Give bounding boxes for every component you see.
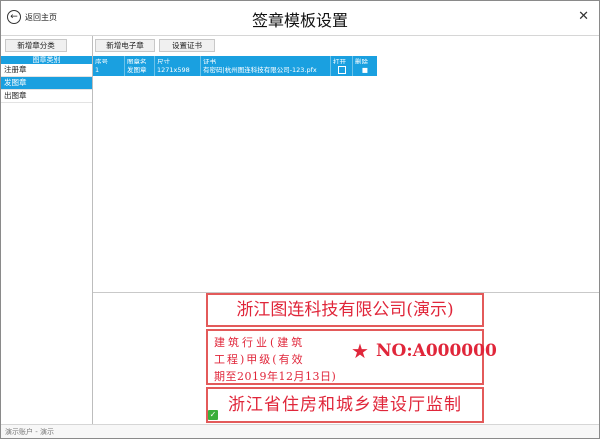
title-bar: ← 返回主页 签章模板设置 ✕ — [1, 1, 599, 36]
stamp-qualification-line1: 建筑行业(建筑 — [214, 336, 306, 349]
stamp-qualification-line2: 工程)甲级(有效 — [214, 353, 305, 366]
add-category-button[interactable]: 新增章分类 — [5, 39, 67, 52]
stamp-company: 浙江图连科技有限公司(演示) — [206, 293, 484, 327]
set-certificate-button[interactable]: 设置证书 — [159, 39, 215, 52]
col-name: 图章名 — [125, 56, 155, 64]
add-electronic-stamp-button[interactable]: 新增电子章 — [95, 39, 155, 52]
row-index: 1 — [93, 64, 125, 76]
col-size: 尺寸 — [155, 56, 201, 64]
col-cert: 证书 — [201, 56, 331, 64]
checkbox-icon — [337, 66, 346, 74]
col-delete: 删除 — [355, 58, 368, 64]
stamp-qualification-line3: 期至2019年12月13日) — [214, 370, 337, 383]
category-item-output[interactable]: 出图章 — [1, 90, 92, 103]
stamp-number: NO:A000000 — [376, 341, 497, 361]
category-list-header: 图章类别 — [1, 56, 92, 64]
table-header: 序号 图章名 尺寸 证书 打开 删除 — [93, 56, 377, 64]
stamp-preview-image: 浙江图连科技有限公司(演示) 建筑行业(建筑 工程)甲级(有效 期至2019年1… — [206, 293, 497, 423]
category-item-issue[interactable]: 发图章 — [1, 77, 92, 90]
category-list: 图章类别 注册章 发图章 出图章 — [1, 56, 92, 103]
star-icon: ★ — [351, 339, 369, 363]
category-panel: 新增章分类 图章类别 注册章 发图章 出图章 — [1, 36, 93, 424]
app-window: ← 返回主页 签章模板设置 ✕ 新增章分类 图章类别 注册章 发图章 出图章 新… — [0, 0, 600, 439]
table-row[interactable]: 1 发图章 1271x598 有密码|杭州图连科技有限公司-123.pfx ■ — [93, 64, 377, 76]
stamp-authority: 浙江省住房和城乡建设厅监制 — [206, 387, 484, 423]
category-item-register[interactable]: 注册章 — [1, 64, 92, 77]
col-open: 打开 — [331, 56, 353, 64]
check-icon: ✓ — [208, 410, 218, 420]
close-icon[interactable]: ✕ — [578, 9, 589, 24]
status-bar: 演示账户 - 演示 — [1, 424, 599, 438]
row-name: 发图章 — [125, 64, 155, 76]
open-checkbox[interactable] — [331, 64, 353, 76]
window-title: 签章模板设置 — [251, 11, 348, 30]
col-index: 序号 — [93, 56, 125, 64]
row-cert: 有密码|杭州图连科技有限公司-123.pfx — [201, 64, 331, 76]
delete-icon[interactable]: ■ — [353, 64, 377, 76]
row-size: 1271x598 — [155, 64, 201, 76]
stamp-qualification-box: 建筑行业(建筑 工程)甲级(有效 期至2019年12月13日) ★ NO:A00… — [206, 329, 497, 385]
